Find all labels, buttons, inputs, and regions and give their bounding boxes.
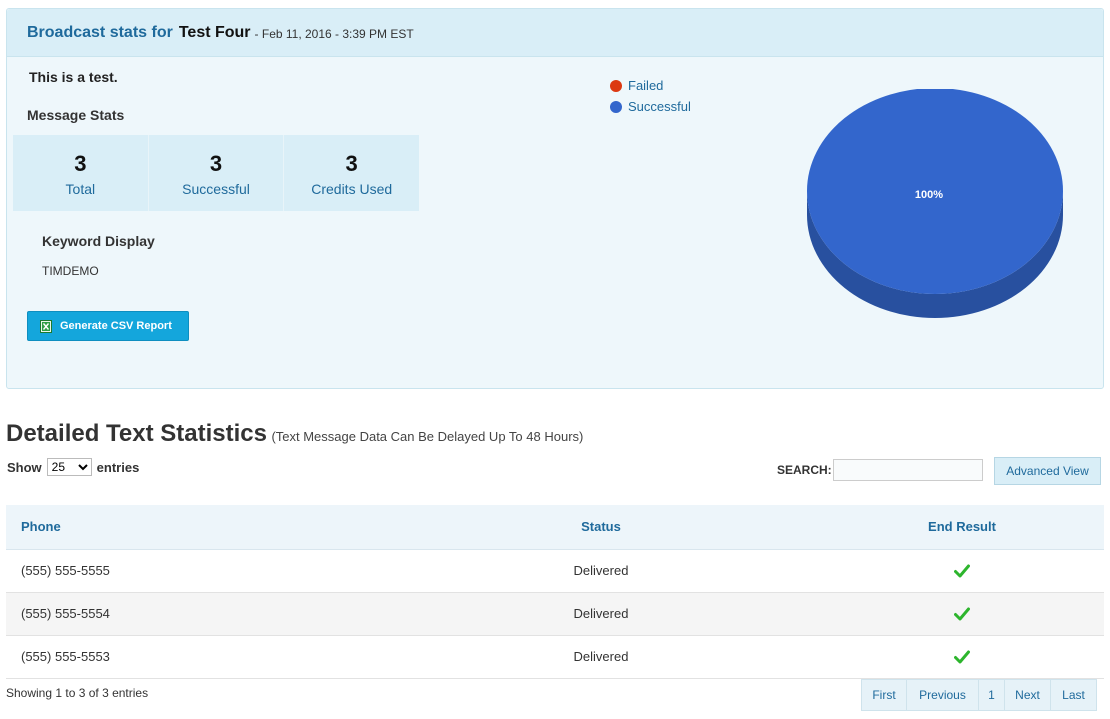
cell-phone: (555) 555-5553 [6,635,411,679]
table-info: Showing 1 to 3 of 3 entries [6,686,149,700]
entries-label: entries [96,459,140,475]
pager-first[interactable]: First [862,680,907,710]
table-header-row: Phone Status End Result [6,505,1104,550]
legend-dot-failed [610,79,622,92]
legend-label: Failed [628,78,664,93]
message-stats-title: Message Stats [27,107,125,123]
keyword-value: TIMDEMO [42,264,99,278]
detailed-stats-title: Detailed Text Statistics [6,420,267,447]
table-row: (555) 555-5554 Delivered [6,592,1104,636]
column-header-status[interactable]: Status [411,505,791,550]
broadcast-date: - Feb 11, 2016 - 3:39 PM EST [254,26,414,41]
table-row: (555) 555-5553 Delivered [6,635,1104,679]
pie-chart: 100% [807,89,1063,318]
cell-end-result [791,549,1104,593]
stat-value: 3 [209,151,223,176]
stat-label: Successful [182,181,250,197]
pager-next[interactable]: Next [1005,680,1051,710]
panel-header: Broadcast stats for Test Four - Feb 11, … [7,9,1103,57]
detailed-stats-subtitle: (Text Message Data Can Be Delayed Up To … [271,429,584,444]
check-icon [954,650,970,664]
pagination: First Previous 1 Next Last [861,679,1097,711]
header-prefix: Broadcast stats for [27,23,173,41]
search-label: SEARCH: [777,463,832,477]
generate-csv-report-button[interactable]: Generate CSV Report [27,311,189,341]
check-icon [954,564,970,578]
cell-status: Delivered [411,549,791,593]
detailed-stats-table: Phone Status End Result (555) 555-5555 D… [6,505,1104,679]
legend-item-failed: Failed [610,75,691,96]
stat-label: Total [65,181,96,197]
entries-select[interactable]: 25 [46,458,92,476]
entries-length-control: Show 25 entries [7,458,139,476]
pager-last[interactable]: Last [1051,680,1096,710]
excel-icon [40,319,52,333]
stat-value: 3 [345,151,358,176]
detailed-stats-heading: Detailed Text Statistics (Text Message D… [6,420,583,448]
broadcast-description: This is a test. [29,69,118,85]
stat-successful: 3 Successful [149,135,285,211]
legend-label: Successful [628,99,691,114]
csv-button-label: Generate CSV Report [60,320,172,332]
stat-credits-used: 3 Credits Used [284,135,419,211]
keyword-display-title: Keyword Display [42,233,155,249]
check-icon [954,607,970,621]
chart-legend: Failed Successful [610,75,691,117]
cell-phone: (555) 555-5555 [6,549,411,593]
pie-data-label: 100% [915,189,943,201]
stat-value: 3 [74,151,87,176]
cell-end-result [791,635,1104,679]
pager-previous[interactable]: Previous [907,680,979,710]
table-row: (555) 555-5555 Delivered [6,549,1104,593]
broadcast-stats-panel: Broadcast stats for Test Four - Feb 11, … [6,8,1104,389]
cell-status: Delivered [411,635,791,679]
search-input[interactable] [832,459,983,481]
message-stats-box: 3 Total 3 Successful 3 Credits Used [13,135,419,211]
search-control: SEARCH: [777,459,983,481]
stat-label: Credits Used [311,181,393,197]
column-header-end-result[interactable]: End Result [791,505,1104,550]
cell-end-result [791,592,1104,636]
legend-item-successful: Successful [610,96,691,117]
cell-status: Delivered [411,592,791,636]
pager-page-1[interactable]: 1 [979,680,1005,710]
legend-dot-successful [610,100,622,113]
column-header-phone[interactable]: Phone [6,505,411,550]
show-label: Show [7,459,42,475]
broadcast-name: Test Four [178,23,251,41]
stat-total: 3 Total [13,135,149,211]
advanced-view-button[interactable]: Advanced View [994,457,1101,485]
cell-phone: (555) 555-5554 [6,592,411,636]
